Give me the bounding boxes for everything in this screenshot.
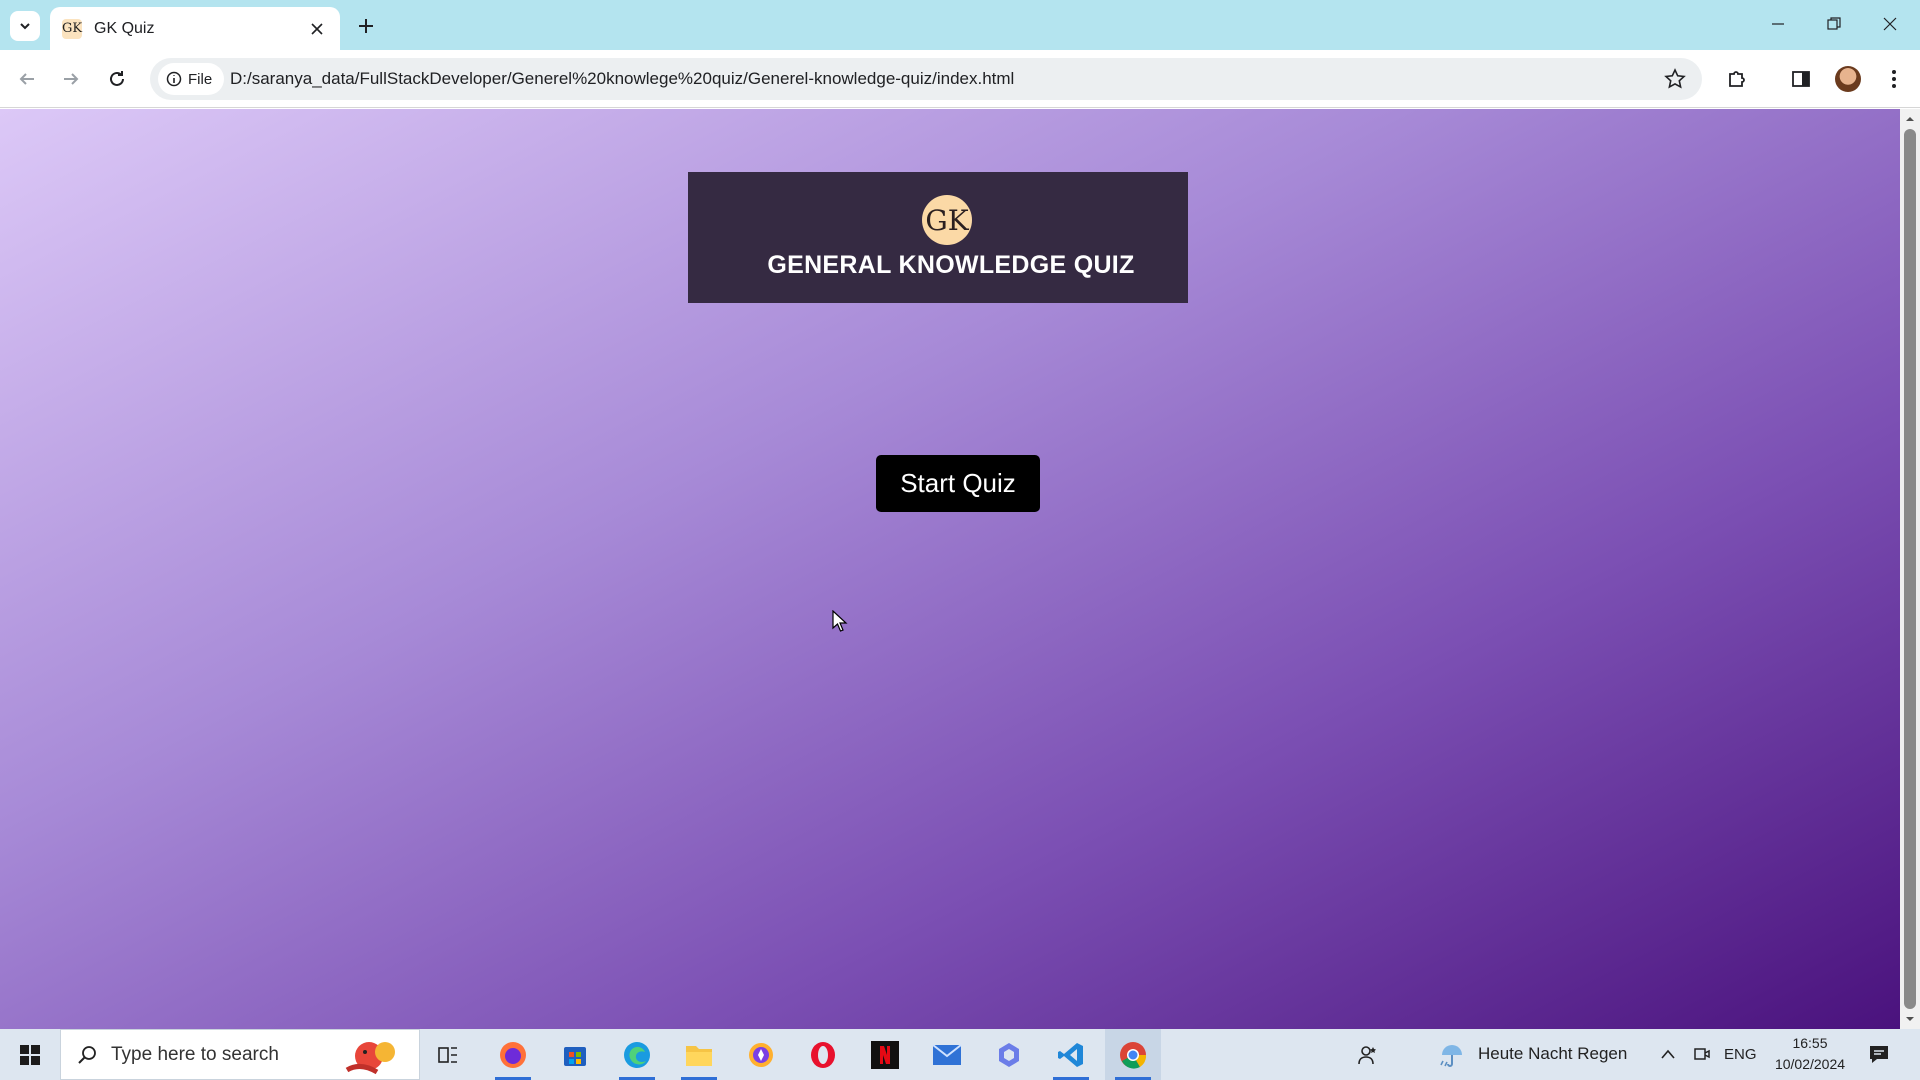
tab-close-button[interactable] — [306, 18, 328, 40]
taskbar-mail[interactable] — [919, 1029, 975, 1080]
firefox-icon — [500, 1041, 526, 1068]
file-chip-label: File — [188, 70, 213, 88]
task-view-icon — [438, 1046, 457, 1063]
restore-button[interactable] — [1814, 8, 1854, 40]
arrow-left-icon — [19, 73, 34, 85]
chrome-icon — [1120, 1041, 1147, 1069]
page-scrollbar[interactable] — [1900, 109, 1920, 1029]
browser-toolbar: File D:/saranya_data/FullStackDeveloper/… — [0, 50, 1920, 108]
taskbar-people[interactable] — [1340, 1029, 1396, 1080]
taskbar-edge[interactable] — [609, 1029, 665, 1080]
search-icon — [78, 1045, 96, 1064]
tab-favicon: GK — [62, 18, 82, 39]
taskbar-search[interactable]: Type here to search — [60, 1029, 420, 1080]
start-menu-button[interactable] — [0, 1029, 60, 1080]
taskbar-opera[interactable] — [795, 1029, 851, 1080]
scroll-up-icon[interactable] — [1904, 113, 1916, 125]
browser-tab-strip: GK GK Quiz — [0, 0, 1920, 50]
copilot-icon — [999, 1042, 1019, 1067]
clock-date: 10/02/2024 — [1774, 1056, 1846, 1072]
quiz-header: GK GENERAL KNOWLEDGE QUIZ — [688, 172, 1188, 303]
gk-logo: GK — [922, 195, 972, 245]
side-panel-icon — [1792, 71, 1810, 87]
language-indicator[interactable]: ENG — [1724, 1046, 1757, 1063]
start-quiz-button[interactable]: Start Quiz — [876, 455, 1040, 512]
page-viewport: GK GENERAL KNOWLEDGE QUIZ Start Quiz — [0, 109, 1900, 1029]
mail-icon — [932, 1043, 962, 1065]
folder-icon — [686, 1045, 712, 1066]
reload-icon — [110, 71, 124, 86]
forward-button[interactable] — [56, 64, 86, 94]
taskbar-firefox[interactable] — [485, 1029, 541, 1080]
taskbar-netflix[interactable] — [857, 1029, 913, 1080]
info-icon — [166, 71, 182, 87]
netflix-icon — [871, 1040, 899, 1069]
taskbar-chrome[interactable] — [1105, 1029, 1161, 1080]
browser-tab-active[interactable]: GK GK Quiz — [50, 7, 340, 50]
taskbar-microsoft-store[interactable] — [547, 1029, 603, 1080]
taskbar-clock[interactable]: 16:55 10/02/2024 — [1770, 1033, 1850, 1075]
close-icon — [311, 22, 323, 35]
minimize-button[interactable] — [1758, 8, 1798, 40]
back-button[interactable] — [12, 64, 42, 94]
bookmark-star-icon[interactable] — [1664, 68, 1686, 90]
page-title: GENERAL KNOWLEDGE QUIZ — [767, 251, 1135, 279]
restore-icon — [1827, 17, 1841, 30]
plus-icon — [359, 19, 373, 33]
people-icon — [1358, 1045, 1376, 1064]
windows-taskbar: Type here to search Heute Nacht Regen EN… — [0, 1029, 1920, 1080]
edge-icon — [624, 1041, 650, 1068]
taskbar-task-view[interactable] — [420, 1029, 476, 1080]
scroll-down-icon[interactable] — [1904, 1013, 1916, 1025]
tab-title: GK Quiz — [94, 19, 155, 37]
chevron-down-icon — [20, 23, 30, 30]
arrow-right-icon — [64, 73, 79, 85]
avatar — [1835, 66, 1861, 92]
url-text[interactable]: D:/saranya_data/FullStackDeveloper/Gener… — [230, 58, 1014, 100]
meet-camera-icon[interactable] — [1693, 1045, 1711, 1063]
notification-icon[interactable] — [1868, 1043, 1890, 1065]
mouse-cursor-icon — [832, 610, 848, 632]
clock-time: 16:55 — [1792, 1035, 1828, 1051]
minimize-icon — [1772, 23, 1784, 25]
taskbar-copilot[interactable] — [981, 1029, 1037, 1080]
profile-button[interactable] — [1833, 64, 1863, 94]
more-vertical-icon — [1892, 70, 1896, 88]
browser-menu-button[interactable] — [1879, 64, 1909, 94]
site-info-chip[interactable]: File — [158, 63, 225, 95]
dragon-search-highlight-icon — [345, 1042, 395, 1075]
taskbar-file-explorer[interactable] — [671, 1029, 727, 1080]
shield-app-icon — [749, 1042, 773, 1067]
chevron-up-icon[interactable] — [1660, 1047, 1676, 1061]
new-tab-button[interactable] — [352, 12, 380, 40]
puzzle-icon — [1729, 71, 1745, 87]
reload-button[interactable] — [102, 64, 132, 94]
search-placeholder: Type here to search — [111, 1043, 279, 1065]
windows-logo-icon — [20, 1044, 40, 1065]
extensions-button[interactable] — [1722, 64, 1752, 94]
close-window-button[interactable] — [1870, 8, 1910, 40]
weather-rain-icon — [1440, 1045, 1462, 1067]
taskbar-vpn-app[interactable] — [733, 1029, 789, 1080]
vscode-icon — [1058, 1042, 1083, 1067]
scroll-thumb[interactable] — [1904, 129, 1916, 1009]
store-icon — [564, 1046, 586, 1066]
opera-icon — [811, 1041, 835, 1068]
taskbar-vscode[interactable] — [1043, 1029, 1099, 1080]
side-panel-button[interactable] — [1786, 64, 1816, 94]
tab-search-button[interactable] — [10, 11, 40, 41]
close-icon — [1883, 17, 1897, 31]
address-bar[interactable]: File D:/saranya_data/FullStackDeveloper/… — [150, 58, 1702, 100]
weather-text[interactable]: Heute Nacht Regen — [1478, 1044, 1627, 1064]
